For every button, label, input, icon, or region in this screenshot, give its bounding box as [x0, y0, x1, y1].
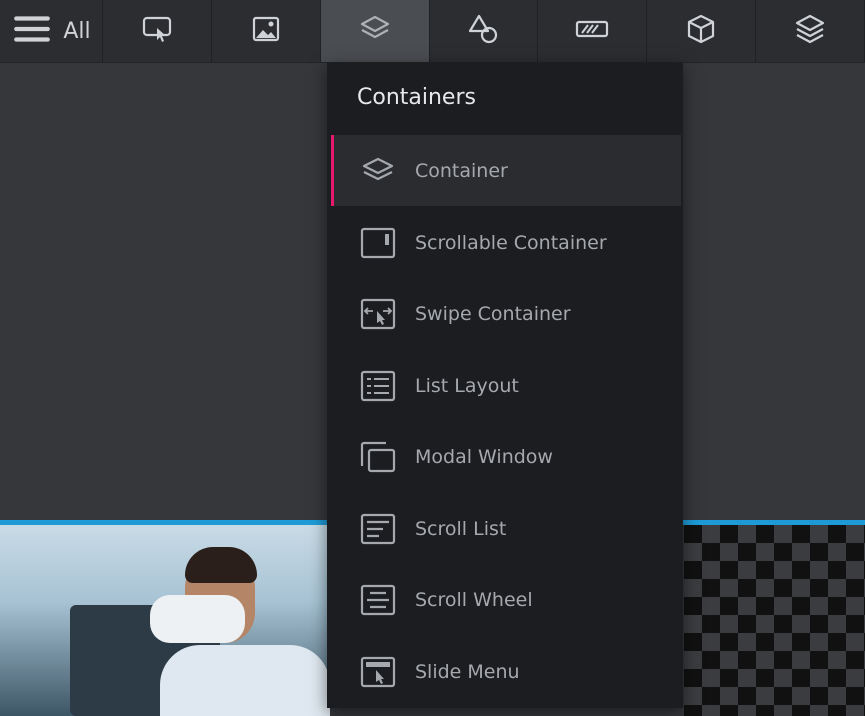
- tab-interactive[interactable]: [103, 0, 212, 62]
- cube-icon: [680, 8, 722, 54]
- menu-item-modal-window[interactable]: Modal Window: [331, 421, 681, 492]
- all-label: All: [63, 18, 91, 44]
- slide-menu-icon: [357, 651, 399, 693]
- layers-stack-icon: [789, 8, 831, 54]
- list-layout-icon: [357, 365, 399, 407]
- menu-item-scrollable-container[interactable]: Scrollable Container: [331, 207, 681, 278]
- tab-shapes[interactable]: [430, 0, 539, 62]
- tab-3d[interactable]: [647, 0, 757, 62]
- touch-screen-icon: [136, 8, 178, 54]
- menu-item-list-layout[interactable]: List Layout: [331, 350, 681, 421]
- shapes-icon: [462, 8, 504, 54]
- modal-window-icon: [357, 436, 399, 478]
- menu-item-label: Scroll Wheel: [415, 588, 533, 611]
- menu-item-label: Swipe Container: [415, 302, 571, 325]
- menu-item-slide-menu[interactable]: Slide Menu: [331, 636, 681, 707]
- menu-item-label: Container: [415, 159, 508, 182]
- menu-icon: [11, 8, 53, 54]
- all-button[interactable]: All: [0, 0, 103, 62]
- menu-item-label: List Layout: [415, 374, 519, 397]
- scroll-list-icon: [357, 508, 399, 550]
- scrollable-container-icon: [357, 222, 399, 264]
- toolbar: All: [0, 0, 865, 63]
- layers-icon: [357, 150, 399, 192]
- scroll-wheel-icon: [357, 579, 399, 621]
- menu-item-swipe-container[interactable]: Swipe Container: [331, 278, 681, 349]
- tab-layers[interactable]: [756, 0, 865, 62]
- tab-containers[interactable]: [320, 0, 430, 62]
- menu-item-label: Slide Menu: [415, 660, 520, 683]
- menu-item-label: Modal Window: [415, 445, 553, 468]
- layers-icon: [354, 8, 396, 54]
- menu-item-scroll-list[interactable]: Scroll List: [331, 493, 681, 564]
- menu-item-scroll-wheel[interactable]: Scroll Wheel: [331, 564, 681, 635]
- containers-dropdown: Containers Container Scrollable Containe…: [327, 63, 683, 708]
- tab-progress[interactable]: [538, 0, 648, 62]
- menu-item-container[interactable]: Container: [331, 135, 681, 206]
- swipe-container-icon: [357, 293, 399, 335]
- tab-media[interactable]: [212, 0, 321, 62]
- dropdown-title: Containers: [357, 85, 476, 110]
- scene-preview-image: [0, 525, 330, 716]
- progress-bar-icon: [571, 8, 613, 54]
- transparent-checkerboard: [684, 525, 865, 716]
- menu-item-label: Scroll List: [415, 517, 507, 540]
- menu-item-label: Scrollable Container: [415, 231, 607, 254]
- image-icon: [245, 8, 287, 54]
